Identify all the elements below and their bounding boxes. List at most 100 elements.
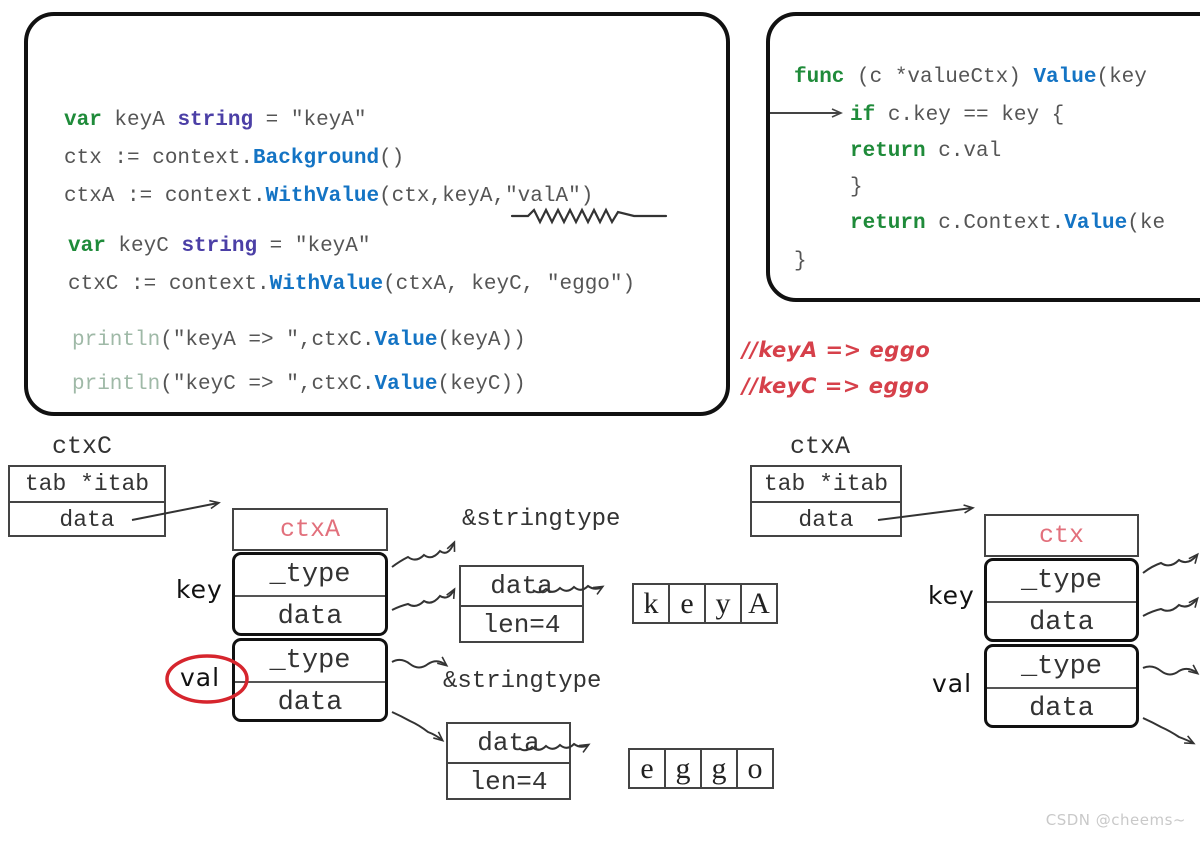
diagram-stage: var keyA string = "keyA" ctx := context.… (0, 0, 1200, 841)
struct-left-val-type: _type (235, 641, 385, 683)
code-token: } (850, 176, 863, 199)
wavy-key-data-to-strheader (391, 587, 456, 611)
code-token: func (794, 66, 845, 89)
struct-left-key-label: key (176, 575, 223, 604)
wavy-right-val-type-out (1142, 664, 1200, 676)
code-token: return (850, 140, 926, 163)
byte-cell: e (628, 748, 666, 789)
code-token: ctxC := context. (68, 273, 270, 296)
byte-cell: g (664, 748, 702, 789)
ctxa-row-data: data (798, 507, 854, 533)
code-token: ("keyA => ",ctxC. (160, 329, 375, 352)
code-panel-right: func (c *valueCtx) Value(key if c.key ==… (766, 12, 1200, 302)
code-token: Value (1033, 66, 1097, 89)
code-token: keyA (101, 109, 178, 132)
strheader-2-len: len=4 (469, 767, 548, 797)
code-line-r1: func (c *valueCtx) Value(key (794, 66, 1147, 89)
struct-left-key-type: _type (235, 555, 385, 597)
code-token: ctx := context. (64, 147, 254, 170)
ctxa-title: ctxA (790, 432, 851, 461)
code-token: Value (374, 373, 438, 396)
struct-left-val-eface: _type data (232, 638, 388, 722)
code-token: (ctx,keyA,"valA") (379, 185, 594, 208)
code-line-5: ctxC := context.WithValue(ctxA, keyC, "e… (68, 273, 635, 296)
byte-cell: y (704, 583, 742, 624)
ctxc-iface-box: tab *itab data (8, 465, 166, 537)
wavy-val-type-to-stringtype (391, 656, 449, 669)
ctxa-iface-box: tab *itab data (750, 465, 902, 537)
strheader-1-data: data (461, 567, 582, 607)
wavy-right-key-data-out (1142, 596, 1199, 617)
code-token: var (64, 109, 102, 132)
code-token: Background (253, 147, 380, 170)
struct-right-key-type: _type (987, 561, 1136, 603)
code-token: var (68, 235, 106, 258)
code-token: println (72, 329, 161, 352)
code-line-r4: } (850, 176, 863, 199)
struct-left-header: ctxA (232, 508, 388, 551)
code-token: WithValue (265, 185, 380, 208)
stringtype-label-2: &stringtype (443, 668, 602, 695)
code-token: (ke (1127, 212, 1166, 235)
struct-right-val-label: val (932, 669, 973, 698)
byte-cell: o (736, 748, 774, 789)
code-line-1: var keyA string = "keyA" (64, 109, 366, 132)
struct-right-key-eface: _type data (984, 558, 1139, 642)
byte-cell: g (700, 748, 738, 789)
code-token: ("keyC => ",ctxC. (160, 373, 375, 396)
code-token: keyC (105, 235, 182, 258)
code-line-r3: return c.val (850, 140, 1001, 163)
code-token: WithValue (269, 273, 384, 296)
code-token: () (379, 147, 405, 170)
comment-keya: //keyA => eggo (742, 338, 931, 362)
code-line-r6: } (794, 250, 807, 273)
code-token: (c *valueCtx) (844, 66, 1034, 89)
code-token: string (181, 235, 258, 258)
code-token: c.val (925, 140, 1002, 163)
wavy-key-type-to-stringtype (391, 540, 456, 568)
struct-left-key-data: data (277, 602, 343, 632)
byte-cell: k (632, 583, 670, 624)
ctxa-row-itab: tab *itab (752, 467, 900, 503)
struct-left-key-eface: _type data (232, 552, 388, 636)
code-token: Value (1064, 212, 1128, 235)
code-token: return (850, 212, 926, 235)
code-token: if (850, 104, 876, 127)
ctxc-row-data: data (59, 507, 115, 533)
stringtype-label-1: &stringtype (462, 506, 621, 533)
byte-cell: e (668, 583, 706, 624)
code-token: Value (374, 329, 438, 352)
code-token: c.Context. (925, 212, 1065, 235)
code-panel-left: var keyA string = "keyA" ctx := context.… (24, 12, 730, 416)
code-token: (keyA)) (437, 329, 526, 352)
struct-right-key-data: data (1029, 608, 1094, 638)
watermark: CSDN @cheems~ (1045, 811, 1186, 829)
code-token: println (72, 373, 161, 396)
ctxc-row-itab: tab *itab (10, 467, 164, 503)
code-line-7: println("keyC => ",ctxC.Value(keyC)) (72, 373, 526, 396)
code-line-3: ctxA := context.WithValue(ctx,keyA,"valA… (64, 185, 593, 208)
bytes-row-keya: k e y A (632, 583, 778, 624)
code-token: ctxA := context. (64, 185, 266, 208)
strheader-box-1: data len=4 (459, 565, 584, 643)
wavy-val-data-to-strheader (391, 711, 445, 742)
code-token: (ctxA, keyC, "eggo") (383, 273, 636, 296)
code-line-2: ctx := context.Background() (64, 147, 404, 170)
strheader-box-2: data len=4 (446, 722, 571, 800)
code-token: = "keyA" (257, 235, 371, 258)
struct-right-header: ctx (984, 514, 1139, 557)
code-token: } (794, 250, 807, 273)
struct-right-val-data: data (1029, 694, 1094, 724)
strheader-2-data: data (448, 724, 569, 764)
ctxc-title: ctxC (52, 432, 113, 461)
code-line-r2: if c.key == key { (850, 104, 1064, 127)
code-token: string (177, 109, 254, 132)
comment-keyc: //keyC => eggo (742, 374, 930, 398)
code-token: = "keyA" (253, 109, 367, 132)
struct-right-val-type: _type (987, 647, 1136, 689)
struct-right-key-label: key (928, 581, 975, 610)
struct-left-val-data: data (277, 688, 343, 718)
struct-right-val-eface: _type data (984, 644, 1139, 728)
bytes-row-eggo: e g g o (628, 748, 774, 789)
code-token: (keyC)) (437, 373, 526, 396)
